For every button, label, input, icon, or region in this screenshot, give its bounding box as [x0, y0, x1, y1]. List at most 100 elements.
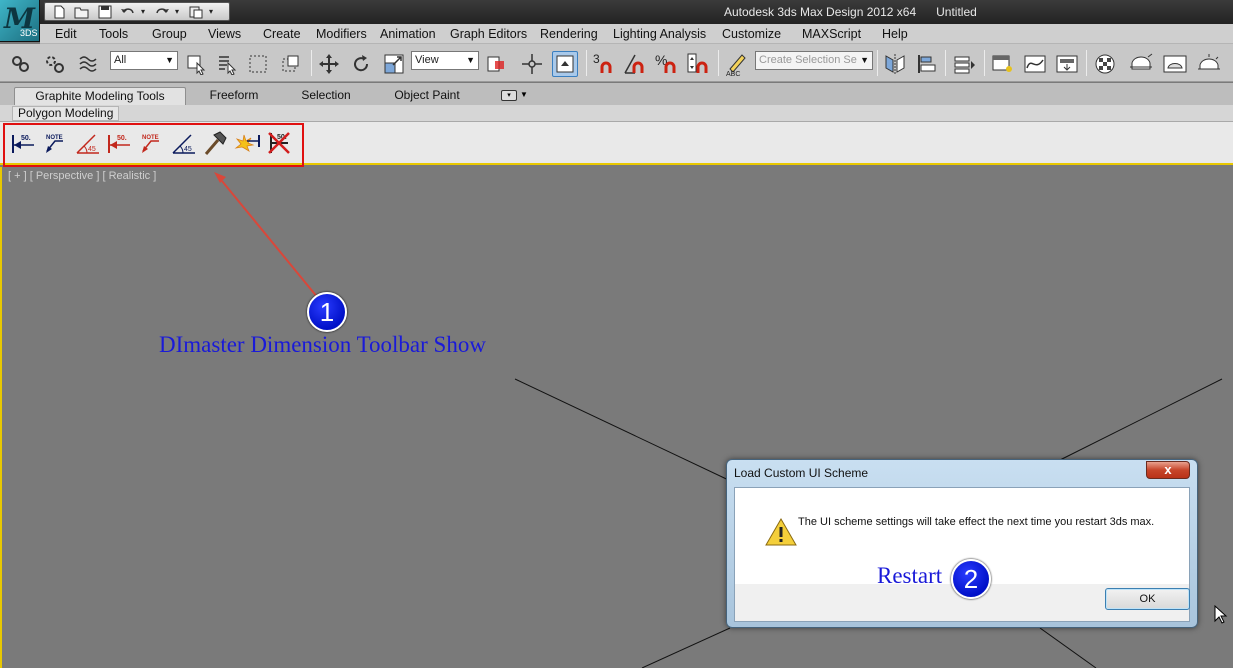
menu-tools[interactable]: Tools — [99, 27, 128, 41]
snaps-toggle-icon[interactable]: 3 — [592, 51, 618, 77]
undo-dropdown-icon[interactable]: ▾ — [141, 7, 149, 16]
select-by-name-icon[interactable] — [214, 51, 240, 77]
menu-maxscript[interactable]: MAXScript — [802, 27, 861, 41]
menu-graph-editors[interactable]: Graph Editors — [450, 27, 527, 41]
open-folder-icon[interactable] — [72, 4, 92, 19]
undo-icon[interactable] — [118, 4, 138, 19]
rectangular-selection-icon[interactable] — [245, 51, 271, 77]
toolbar-highlight-box — [3, 123, 304, 167]
ribbon-panel: Polygon Modeling — [0, 105, 1233, 122]
selection-filter-dropdown[interactable]: All ▼ — [110, 51, 178, 70]
close-icon: x — [1164, 462, 1172, 477]
menu-customize[interactable]: Customize — [722, 27, 781, 41]
select-and-rotate-icon[interactable] — [348, 51, 374, 77]
selection-filter-value: All — [114, 54, 127, 66]
toolbar-separator — [877, 50, 878, 76]
render-production-icon[interactable] — [1196, 51, 1222, 77]
pivot-center-icon[interactable] — [483, 51, 509, 77]
menu-bar: Edit Tools Group Views Create Modifiers … — [40, 24, 1233, 44]
ribbon-menu-icon[interactable]: ▾ — [501, 90, 517, 101]
unlink-selection-icon[interactable] — [42, 51, 68, 77]
chevron-down-icon: ▼ — [165, 55, 174, 65]
dialog-message: The UI scheme settings will take effect … — [798, 516, 1155, 528]
keyboard-shortcut-override-icon[interactable] — [552, 51, 578, 77]
select-and-move-icon[interactable] — [316, 51, 342, 77]
main-toolbar: All ▼ View ▼ 3 % ABC Create Selection Se… — [0, 44, 1233, 82]
quick-access-toolbar: ▾ ▾ ▾ — [44, 2, 230, 21]
callout-1-badge: 1 — [307, 292, 347, 332]
dialog-body: The UI scheme settings will take effect … — [734, 487, 1190, 622]
dialog-title: Load Custom UI Scheme — [734, 466, 869, 480]
menu-modifiers[interactable]: Modifiers — [316, 27, 367, 41]
select-manipulate-icon[interactable] — [519, 51, 545, 77]
percent-snap-icon[interactable]: % — [654, 51, 680, 77]
toolbar-separator — [945, 50, 946, 76]
chevron-down-icon: ▼ — [860, 55, 869, 65]
callout-2-text: Restart — [877, 563, 943, 588]
toolbar-separator — [1086, 50, 1087, 76]
bind-to-space-warp-icon[interactable] — [76, 51, 102, 77]
select-and-scale-icon[interactable] — [381, 51, 407, 77]
reference-coordinate-value: View — [415, 54, 439, 66]
named-selection-sets-dropdown[interactable]: Create Selection Se ▼ — [755, 51, 873, 70]
spinner-snap-icon[interactable] — [686, 51, 712, 77]
angle-snap-icon[interactable] — [622, 51, 648, 77]
menu-rendering[interactable]: Rendering — [540, 27, 598, 41]
render-setup-icon[interactable] — [1128, 51, 1154, 77]
tab-selection[interactable]: Selection — [286, 87, 366, 105]
material-editor-icon[interactable] — [1092, 51, 1118, 77]
layer-manager-icon[interactable] — [952, 51, 978, 77]
menu-help[interactable]: Help — [882, 27, 908, 41]
ribbon-tab-bar: Graphite Modeling Tools Freeform Selecti… — [0, 83, 1233, 105]
close-button[interactable]: x — [1146, 461, 1190, 479]
project-folder-icon[interactable] — [186, 4, 206, 19]
callout-1-text: DImaster Dimension Toolbar Show — [159, 332, 486, 357]
callout-2-badge: 2 — [951, 559, 991, 599]
warning-icon — [765, 518, 797, 546]
menu-create[interactable]: Create — [263, 27, 301, 41]
graphite-toggle-icon[interactable] — [990, 51, 1016, 77]
align-icon[interactable] — [914, 51, 940, 77]
curve-editor-icon[interactable] — [1022, 51, 1048, 77]
ok-button[interactable]: OK — [1105, 588, 1190, 610]
new-file-icon[interactable] — [49, 4, 69, 19]
menu-group[interactable]: Group — [152, 27, 187, 41]
chevron-down-icon: ▼ — [466, 55, 475, 65]
toolbar-separator — [311, 50, 312, 76]
edit-named-selection-icon[interactable]: ABC — [724, 51, 750, 77]
tab-freeform[interactable]: Freeform — [194, 87, 274, 105]
title-bar: ▾ ▾ ▾ Autodesk 3ds Max Design 2012 x64 U… — [0, 0, 1233, 24]
rendered-frame-window-icon[interactable] — [1162, 51, 1188, 77]
window-title: Autodesk 3ds Max Design 2012 x64 Untitle… — [724, 5, 977, 19]
customize-dropdown-icon[interactable]: ▾ — [209, 7, 217, 16]
load-custom-ui-scheme-dialog: Load Custom UI Scheme x The UI scheme se… — [726, 459, 1198, 628]
toolbar-separator — [586, 50, 587, 76]
menu-views[interactable]: Views — [208, 27, 241, 41]
select-object-icon[interactable] — [183, 51, 209, 77]
redo-icon[interactable] — [152, 4, 172, 19]
toolbar-separator — [718, 50, 719, 76]
svg-text:3: 3 — [593, 52, 600, 66]
schematic-view-icon[interactable] — [1054, 51, 1080, 77]
redo-dropdown-icon[interactable]: ▾ — [175, 7, 183, 16]
application-button[interactable]: M 3DS — [0, 0, 40, 42]
polygon-modeling-panel[interactable]: Polygon Modeling — [12, 106, 120, 121]
app-window: ▾ ▾ ▾ Autodesk 3ds Max Design 2012 x64 U… — [0, 0, 1233, 668]
app-version-badge: 3DS — [20, 28, 38, 38]
viewport-label[interactable]: [ + ] [ Perspective ] [ Realistic ] — [8, 170, 156, 182]
select-and-link-icon[interactable] — [8, 51, 34, 77]
named-selection-placeholder: Create Selection Se — [759, 54, 857, 66]
chevron-down-icon[interactable]: ▼ — [520, 90, 528, 99]
menu-lighting-analysis[interactable]: Lighting Analysis — [613, 27, 706, 41]
toolbar-separator — [984, 50, 985, 76]
tab-graphite-modeling-tools[interactable]: Graphite Modeling Tools — [14, 87, 186, 105]
save-icon[interactable] — [95, 4, 115, 19]
mouse-cursor-icon — [1214, 605, 1228, 624]
tab-object-paint[interactable]: Object Paint — [380, 87, 474, 105]
window-crossing-icon[interactable] — [278, 51, 304, 77]
svg-text:ABC: ABC — [726, 71, 740, 77]
menu-edit[interactable]: Edit — [55, 27, 77, 41]
reference-coordinate-dropdown[interactable]: View ▼ — [411, 51, 479, 70]
menu-animation[interactable]: Animation — [380, 27, 436, 41]
mirror-icon[interactable] — [882, 51, 908, 77]
